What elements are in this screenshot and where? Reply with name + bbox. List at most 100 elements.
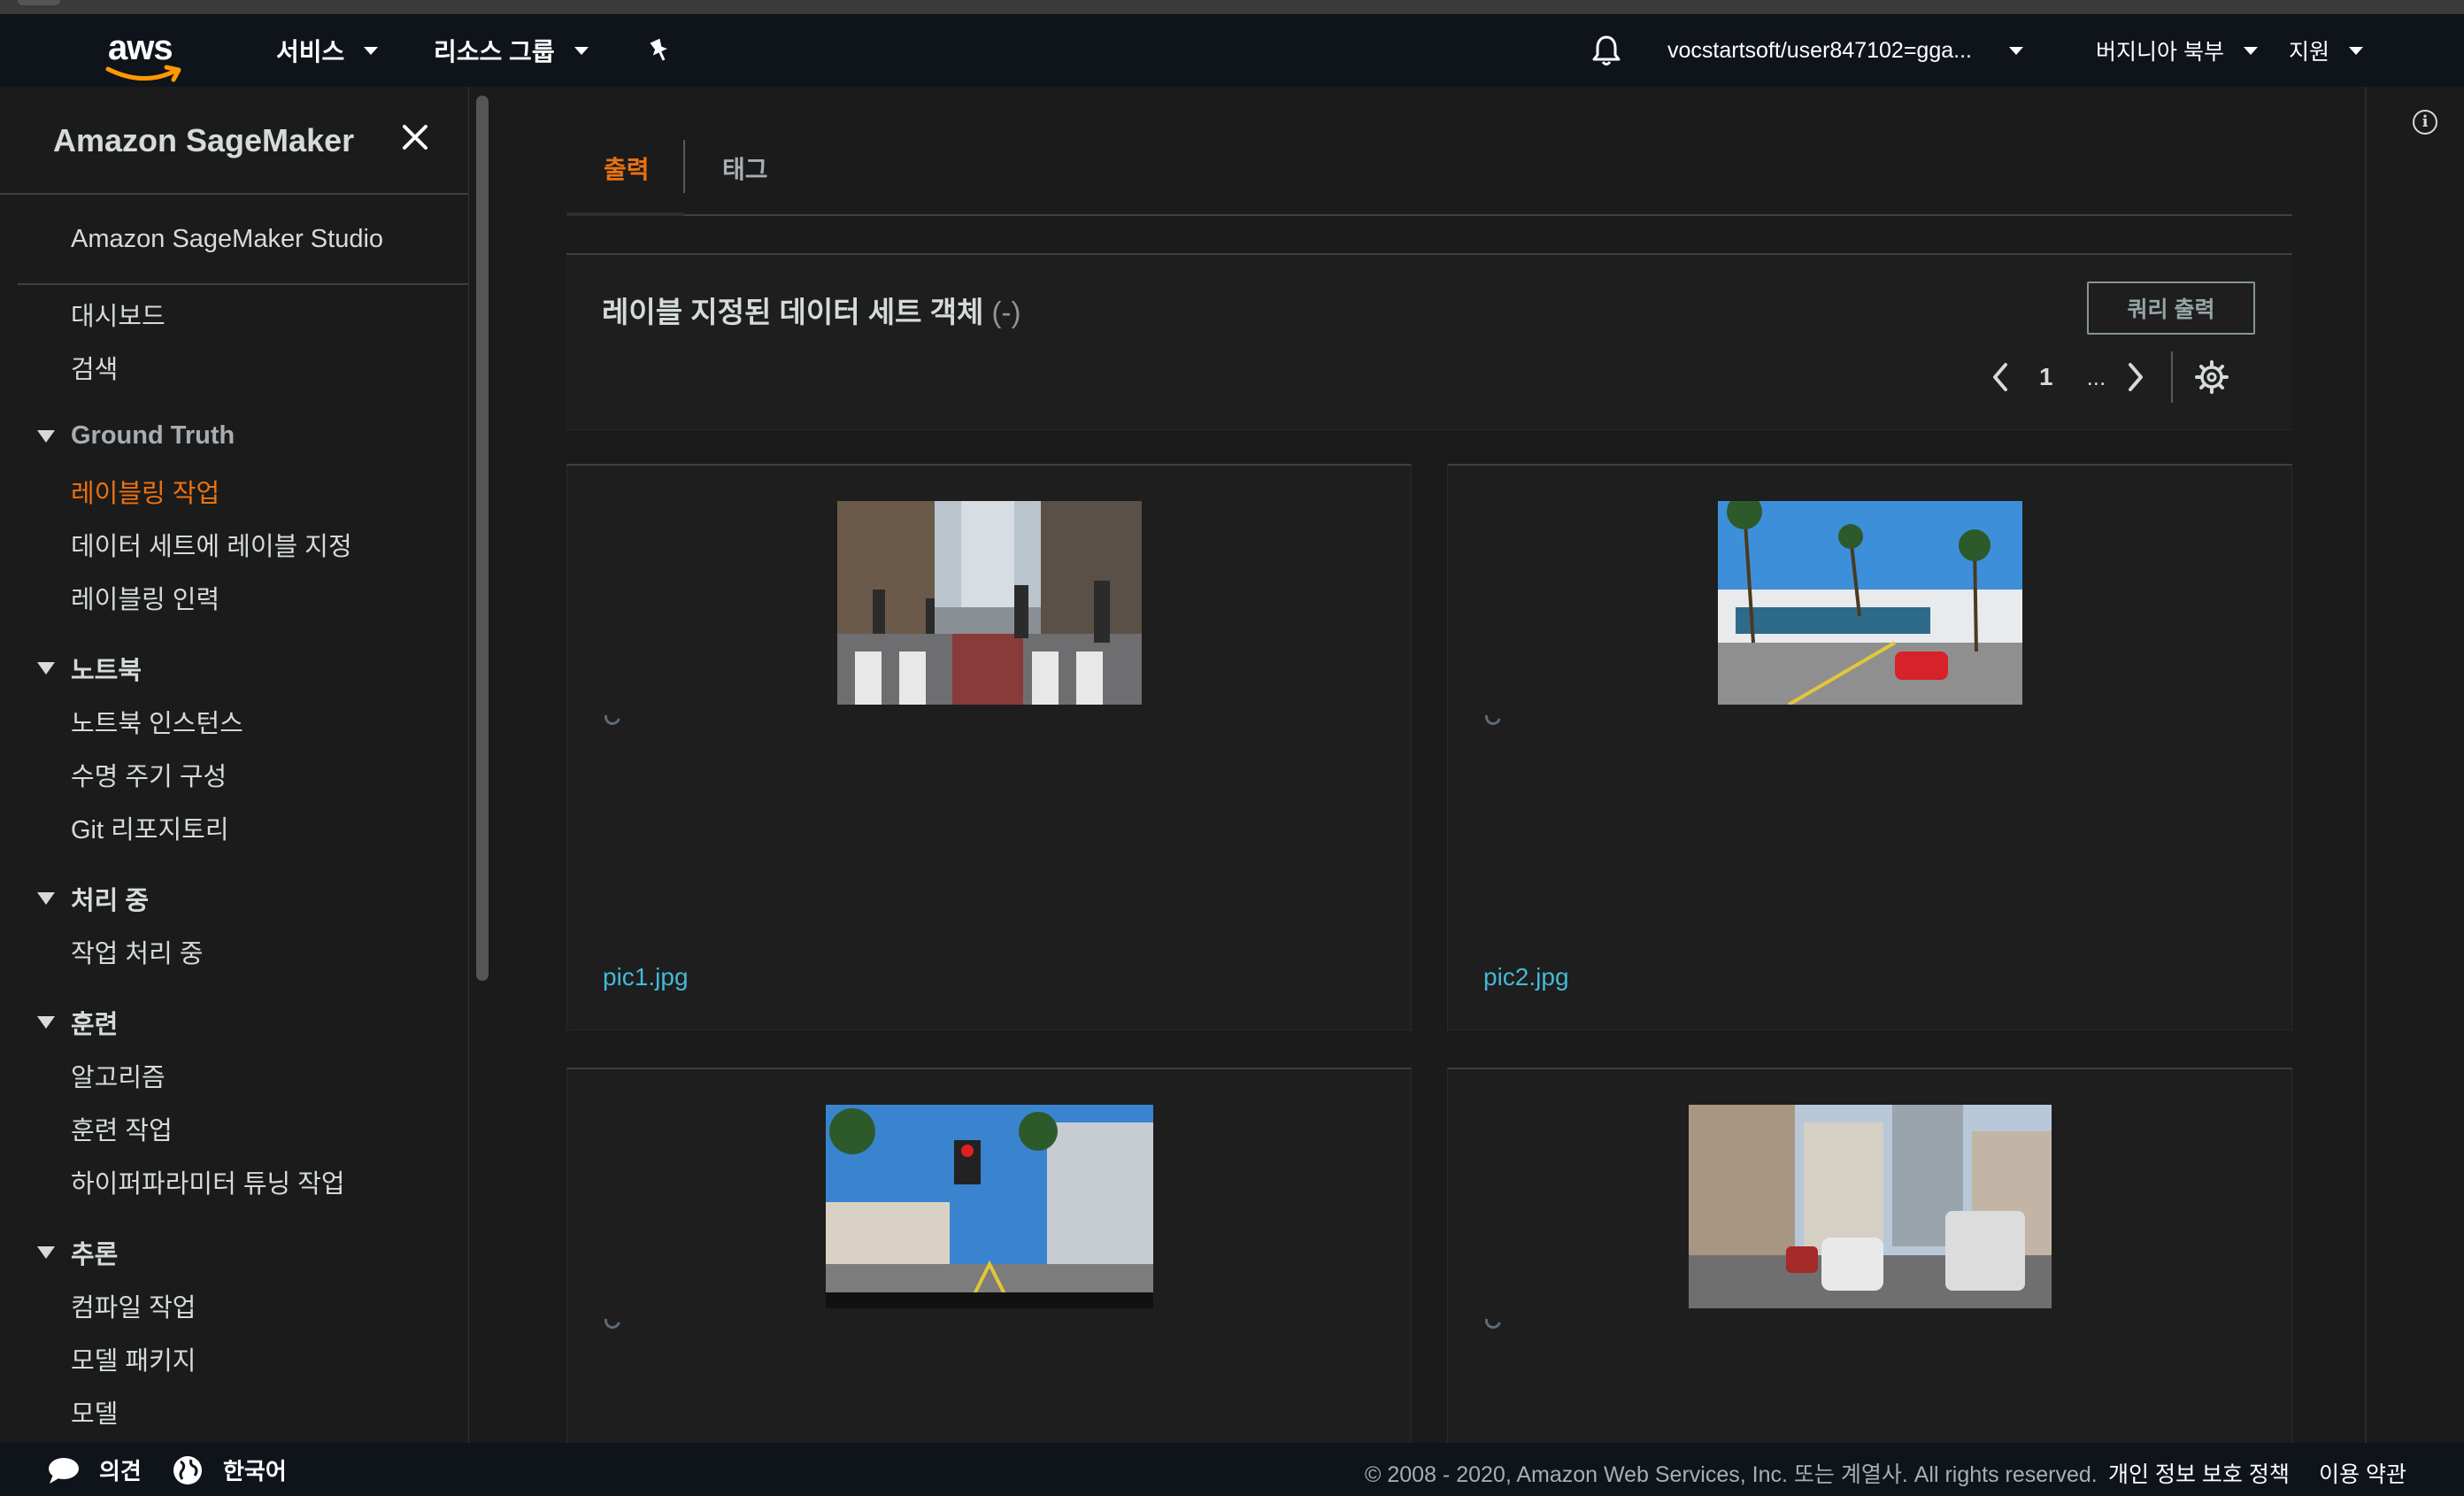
browser-tab-strip (0, 0, 2464, 14)
chevron-down-icon (2349, 46, 2364, 55)
support-label: 지원 (2289, 40, 2330, 65)
next-page-button[interactable] (2118, 359, 2153, 395)
aws-logo[interactable]: aws (104, 28, 184, 82)
traffic-light-street-photo[interactable] (826, 1105, 1153, 1308)
chevron-right-icon (2129, 363, 2144, 391)
sidebar-item-notebook-instances[interactable]: 노트북 인스턴스 (71, 703, 243, 740)
sidebar-item-compilation-jobs[interactable]: 컴파일 작업 (71, 1287, 196, 1324)
feedback-label: 의견 (99, 1458, 142, 1484)
sidebar-divider (18, 283, 468, 285)
close-icon[interactable] (400, 122, 430, 152)
sidebar-item-dashboard[interactable]: 대시보드 (71, 296, 166, 333)
tab-bar: 출력 태그 (566, 140, 2292, 216)
sidebar-title: Amazon SageMaker (53, 122, 355, 158)
sidebar-item-processing-jobs[interactable]: 작업 처리 중 (71, 933, 204, 970)
resource-groups-menu[interactable]: 리소스 그룹 (434, 14, 589, 87)
street-crosswalk-photo[interactable] (837, 501, 1142, 705)
sidebar-item-model-packages[interactable]: 모델 패키지 (71, 1340, 196, 1377)
panel-title: 레이블 지정된 데이터 세트 객체 (-) (602, 289, 1021, 331)
loading-spinner-icon (601, 1309, 624, 1332)
info-icon[interactable]: i (2413, 110, 2437, 135)
labeled-objects-panel: 레이블 지정된 데이터 세트 객체 (-) 쿼리 출력 1 ... (566, 253, 2292, 430)
downtown-street-cars-photo[interactable] (1689, 1105, 2052, 1308)
privacy-policy-link[interactable]: 개인 정보 보호 정책 (2108, 1457, 2290, 1489)
browser-tab[interactable] (18, 0, 60, 5)
panel-count: (-) (991, 296, 1021, 328)
sidebar-scrollbar-thumb[interactable] (476, 96, 489, 981)
sidebar-section-title: 노트북 (71, 657, 142, 685)
sidebar: Amazon SageMaker Amazon SageMaker Studio… (0, 87, 469, 1443)
sidebar-item-labeling-jobs[interactable]: 레이블링 작업 (71, 473, 219, 510)
prev-page-button[interactable] (1983, 359, 2018, 395)
services-menu[interactable]: 서비스 (276, 14, 379, 87)
account-menu[interactable]: vocstartsoft/user847102=gga... (1667, 14, 2023, 87)
copyright-text: © 2008 - 2020, Amazon Web Services, Inc.… (1365, 1462, 2098, 1487)
chevron-down-icon (2008, 46, 2023, 55)
chevron-down-icon (2243, 46, 2258, 55)
language-label: 한국어 (223, 1458, 287, 1484)
sidebar-item-training-jobs[interactable]: 훈련 작업 (71, 1110, 173, 1147)
dataset-object-card[interactable]: pic1.jpg (566, 464, 1412, 1030)
caret-down-icon (37, 662, 55, 675)
preferences-button[interactable] (2194, 359, 2229, 395)
sidebar-section-title: 처리 중 (71, 887, 150, 915)
sidebar-item-algorithms[interactable]: 알고리즘 (71, 1057, 166, 1094)
palm-street-red-car-photo[interactable] (1718, 501, 2022, 705)
notifications-button[interactable] (1591, 14, 1621, 87)
top-navigation: aws 서비스 리소스 그룹 vocstartsoft/user847102=g… (0, 14, 2464, 87)
aws-logo-text: aws (108, 28, 173, 67)
footer: 의견 한국어 © 2008 - 2020, Amazon Web Service… (0, 1443, 2464, 1496)
sidebar-section-notebook[interactable]: 노트북 (37, 650, 142, 687)
chevron-down-icon (364, 46, 379, 55)
gear-icon (2195, 360, 2229, 394)
support-menu[interactable]: 지원 (2289, 14, 2364, 87)
dataset-object-card[interactable] (566, 1068, 1412, 1443)
region-label: 버지니아 북부 (2096, 40, 2224, 65)
query-output-button[interactable]: 쿼리 출력 (2087, 281, 2255, 335)
sidebar-item-studio[interactable]: Amazon SageMaker Studio (71, 225, 383, 254)
dataset-object-card[interactable]: pic2.jpg (1447, 464, 2292, 1030)
help-panel-rail (2365, 87, 2464, 1443)
app-root: aws 서비스 리소스 그룹 vocstartsoft/user847102=g… (0, 0, 2464, 1496)
tab-tags[interactable]: 태그 (722, 150, 768, 186)
panel-title-text: 레이블 지정된 데이터 세트 객체 (602, 296, 984, 328)
feedback-button[interactable]: 의견 (46, 1454, 142, 1486)
sidebar-section-title: 훈련 (71, 1011, 119, 1039)
account-label: vocstartsoft/user847102=gga... (1667, 37, 1972, 63)
loading-spinner-icon (1482, 706, 1505, 729)
page-number[interactable]: 1 (2039, 363, 2053, 391)
services-label: 서비스 (276, 38, 345, 66)
sidebar-section-training[interactable]: 훈련 (37, 1004, 118, 1041)
tab-active-underline (566, 212, 683, 216)
dataset-object-card[interactable] (1447, 1068, 2292, 1443)
sidebar-item-lifecycle-configs[interactable]: 수명 주기 구성 (71, 756, 227, 793)
sidebar-section-processing[interactable]: 처리 중 (37, 880, 149, 917)
terms-of-use-link[interactable]: 이용 약관 (2319, 1457, 2406, 1489)
loading-spinner-icon (1482, 1309, 1505, 1332)
sidebar-item-search[interactable]: 검색 (71, 349, 118, 386)
tab-output[interactable]: 출력 (604, 150, 650, 186)
sidebar-item-label-datasets[interactable]: 데이터 세트에 레이블 지정 (71, 526, 352, 563)
object-name-link[interactable]: pic1.jpg (603, 963, 689, 991)
sidebar-item-models[interactable]: 모델 (71, 1393, 118, 1430)
main-content: 출력 태그 레이블 지정된 데이터 세트 객체 (-) 쿼리 출력 1 ... (496, 87, 2363, 1443)
sidebar-header: Amazon SageMaker (0, 87, 468, 195)
sidebar-item-git-repos[interactable]: Git 리포지토리 (71, 809, 229, 846)
sidebar-item-labeling-workforces[interactable]: 레이블링 인력 (71, 579, 219, 616)
resource-groups-label: 리소스 그룹 (434, 38, 555, 66)
pagination: 1 ... (1983, 348, 2229, 406)
caret-down-icon (37, 429, 55, 443)
bell-icon (1592, 35, 1621, 66)
loading-spinner-icon (601, 706, 624, 729)
chevron-left-icon (1993, 363, 2007, 391)
object-name-link[interactable]: pic2.jpg (1483, 963, 1569, 991)
sidebar-section-ground-truth[interactable]: Ground Truth (37, 421, 235, 451)
sidebar-section-inference[interactable]: 추론 (37, 1234, 118, 1271)
language-selector[interactable]: 한국어 (172, 1454, 287, 1486)
caret-down-icon (37, 1246, 55, 1259)
region-menu[interactable]: 버지니아 북부 (2096, 14, 2258, 87)
sidebar-item-hpo-jobs[interactable]: 하이퍼파라미터 튜닝 작업 (71, 1163, 345, 1200)
pin-button[interactable] (646, 14, 673, 87)
pin-icon (650, 38, 668, 61)
speech-bubble-icon (49, 1457, 79, 1484)
